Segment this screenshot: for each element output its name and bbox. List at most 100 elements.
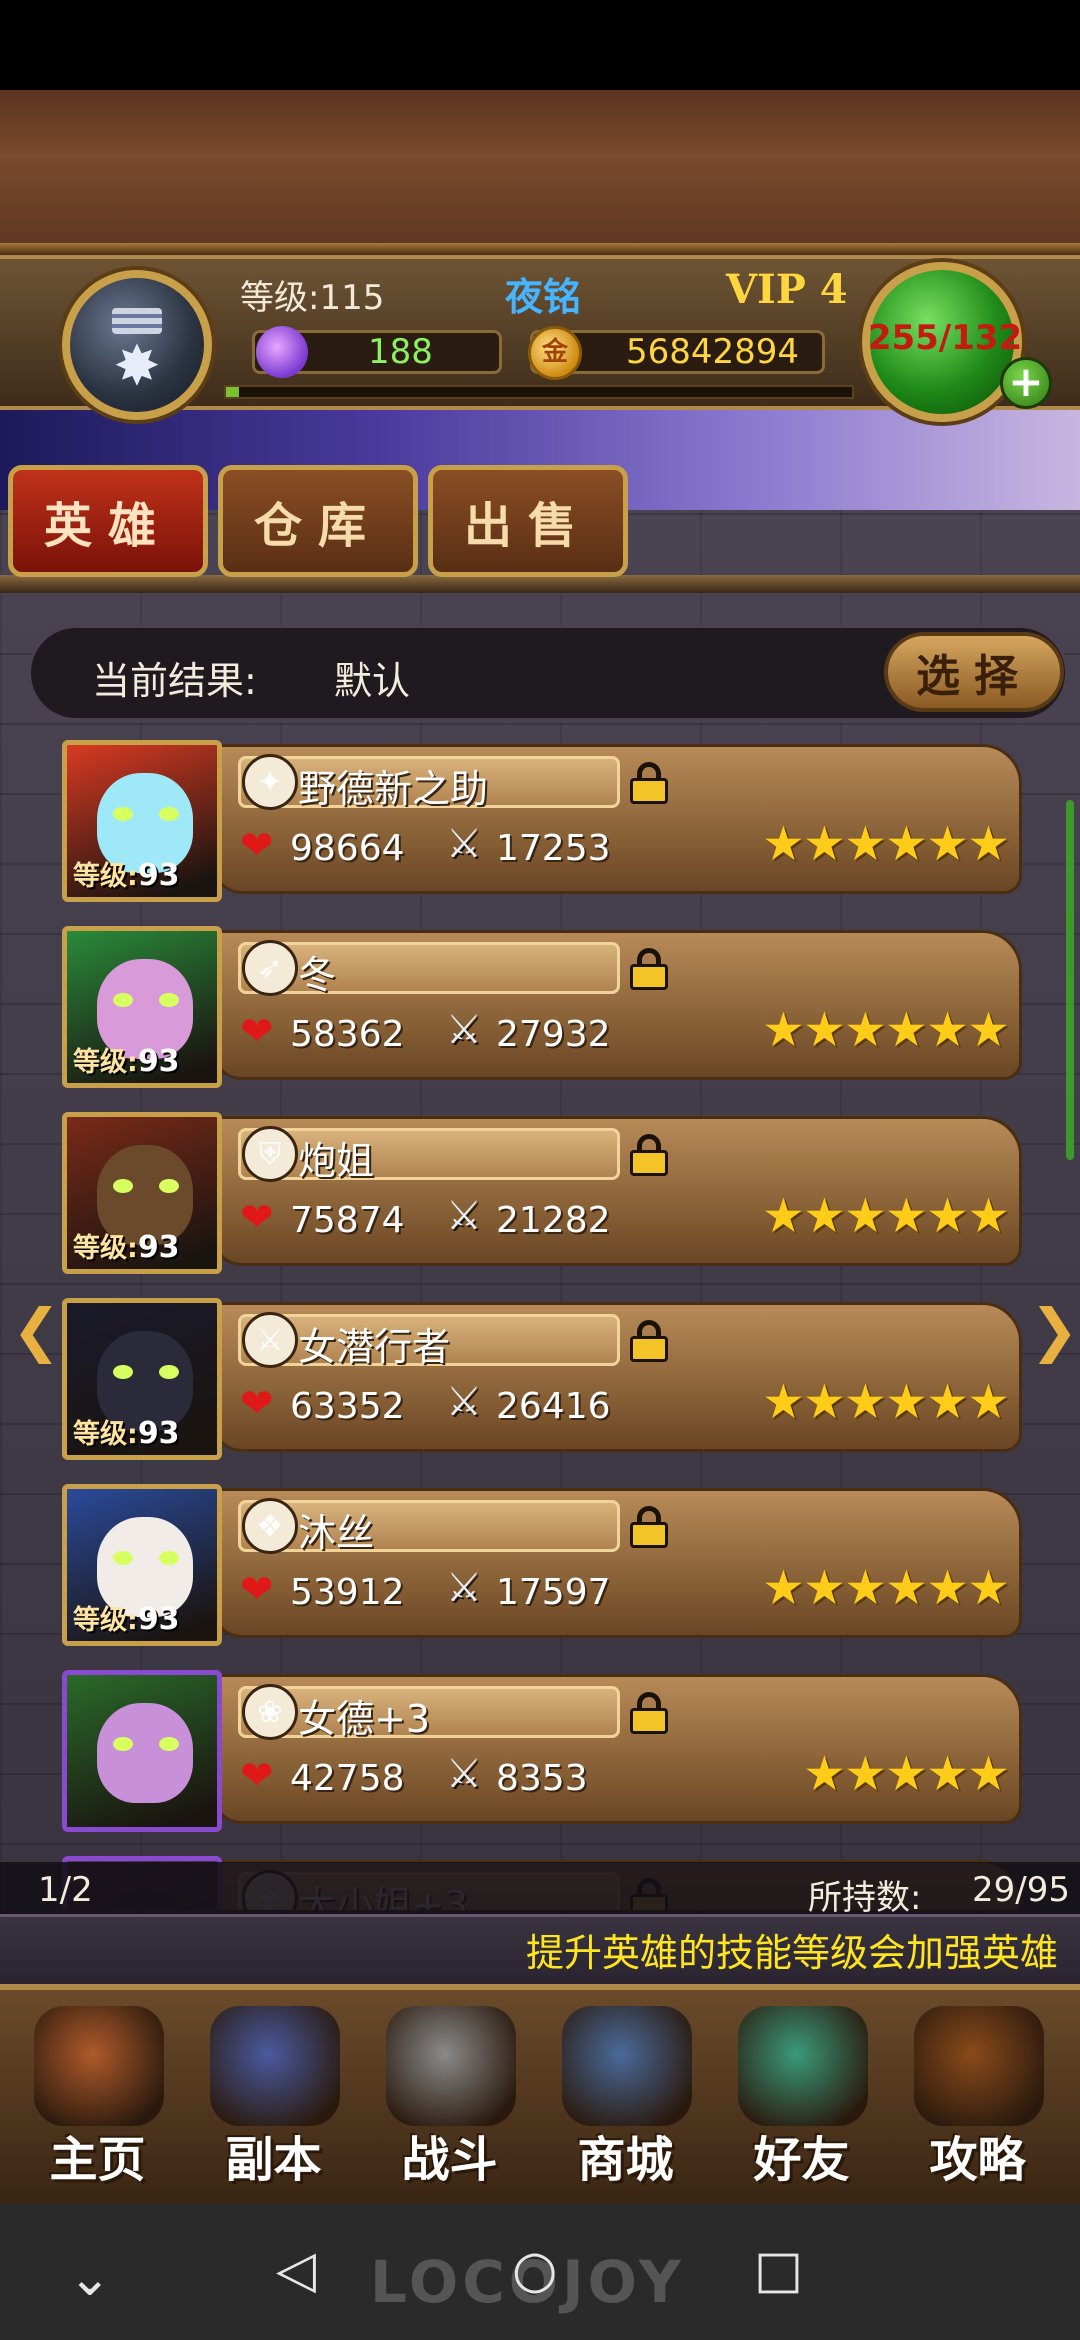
rank-medal-icon[interactable]: ✸ <box>62 270 212 420</box>
lock-icon[interactable] <box>630 948 668 990</box>
hero-star-rating: ★★★★★★ <box>761 1002 1010 1058</box>
lock-icon[interactable] <box>630 1320 668 1362</box>
xp-bar-fill <box>226 387 239 397</box>
nav-label: 战斗 <box>401 2132 498 2188</box>
hero-eye <box>159 1365 179 1379</box>
nav-label: 商城 <box>577 2132 674 2188</box>
hero-eye <box>159 1737 179 1751</box>
prev-page-arrow-icon[interactable]: ❮ <box>12 1296 61 1364</box>
heart-icon: ❤ <box>240 1567 274 1613</box>
hero-star-rating: ★★★★★★ <box>761 1560 1010 1616</box>
heart-icon: ❤ <box>240 1381 274 1427</box>
lock-icon[interactable] <box>630 1692 668 1734</box>
nav-item[interactable]: 副本 <box>186 2002 361 2192</box>
hero-row[interactable]: 等级:93 ⛨ 炮姐 ❤ 75874 ⚔ 21282 ★★★★★★ <box>62 1112 1032 1282</box>
hero-hp: 58362 <box>290 1014 405 1055</box>
back-triangle-icon[interactable]: ◁ <box>276 2244 316 2296</box>
lock-icon[interactable] <box>630 762 668 804</box>
add-stamina-button[interactable]: + <box>1000 357 1052 409</box>
hero-attack: 27932 <box>496 1014 611 1055</box>
hero-hp: 75874 <box>290 1200 405 1241</box>
hero-level-label: 等级: <box>73 861 138 892</box>
crossed-swords-icon: ⚔ <box>446 1193 482 1239</box>
nav-item[interactable]: 好友 <box>714 2002 889 2192</box>
nav-item[interactable]: 战斗 <box>362 2002 537 2192</box>
hero-eye <box>113 1551 133 1565</box>
nav-item[interactable]: 商城 <box>538 2002 713 2192</box>
lock-icon[interactable] <box>630 1134 668 1176</box>
hero-hp: 42758 <box>290 1758 405 1799</box>
hero-hp: 98664 <box>290 828 405 869</box>
nav-label: 主页 <box>49 2132 146 2188</box>
tab-heroes[interactable]: 英雄 <box>8 465 208 577</box>
hero-row[interactable]: 等级:93 ✦ 野德新之助 ❤ 98664 ⚔ 17253 ★★★★★★ <box>62 740 1032 910</box>
nav-item[interactable]: 攻略 <box>890 2002 1065 2192</box>
panel-top-border <box>0 575 1080 593</box>
hero-star-rating: ★★★★★★ <box>761 1188 1010 1244</box>
lock-icon[interactable] <box>630 1506 668 1548</box>
medal-ribbon <box>112 308 162 334</box>
hero-eye <box>159 1179 179 1193</box>
hero-name: 野德新之助 <box>298 767 489 811</box>
crossed-swords-icon: ⚔ <box>446 1565 482 1611</box>
hero-level: 等级:93 <box>73 1598 180 1637</box>
nav-item[interactable]: 主页 <box>10 2002 185 2192</box>
mage-icon: ❖ <box>242 1498 298 1554</box>
hero-attack: 21282 <box>496 1200 611 1241</box>
crossed-swords-icon: ⚔ <box>446 1751 482 1797</box>
hero-eye <box>113 1365 133 1379</box>
shield-icon: ⛨ <box>242 1126 298 1182</box>
hero-portrait[interactable]: 等级:93 <box>62 1112 222 1274</box>
hero-level-label: 等级: <box>73 1233 138 1264</box>
select-filter-button[interactable]: 选择 <box>884 632 1064 712</box>
owned-count-value: 29/95 <box>972 1870 1070 1910</box>
hero-portrait[interactable]: 等级:93 <box>62 926 222 1088</box>
gem-amount: 188 <box>368 332 433 372</box>
tab-warehouse[interactable]: 仓库 <box>218 465 418 577</box>
hero-portrait[interactable]: 等级:93 <box>62 1484 222 1646</box>
book-icon <box>914 2006 1044 2126</box>
gem-icon <box>256 326 308 378</box>
hero-level-value: 93 <box>137 858 180 893</box>
collapse-chevron-icon[interactable]: ⌄ <box>68 2252 112 2304</box>
hero-eye <box>113 1179 133 1193</box>
hero-row[interactable]: 等级:93 ➶ 冬 ❤ 58362 ⚔ 27932 ★★★★★★ <box>62 926 1032 1096</box>
recents-square-icon[interactable]: □ <box>754 2244 803 2296</box>
hero-name: 女潜行者 <box>298 1325 451 1369</box>
hero-row[interactable]: ❀ 女德+3 ❤ 42758 ⚔ 8353 ★★★★★ <box>62 1670 1032 1840</box>
hero-hp: 63352 <box>290 1386 405 1427</box>
hero-row[interactable]: 等级:93 ⚔ 女潜行者 ❤ 63352 ⚔ 26416 ★★★★★★ <box>62 1298 1032 1468</box>
hero-portrait[interactable]: 等级:93 <box>62 740 222 902</box>
home-circle-icon[interactable]: ○ <box>512 2244 557 2296</box>
hero-portrait[interactable]: 等级:93 <box>62 1298 222 1460</box>
hero-eye <box>113 807 133 821</box>
hero-level-label: 等级: <box>73 1605 138 1636</box>
hero-name: 沐丝 <box>298 1511 375 1555</box>
xp-bar <box>224 385 854 399</box>
vip-badge[interactable]: VIP 4 <box>726 266 848 313</box>
hero-portrait[interactable] <box>62 1670 222 1832</box>
hero-face <box>97 1703 193 1803</box>
heart-icon: ❤ <box>240 1753 274 1799</box>
hero-attack: 26416 <box>496 1386 611 1427</box>
hero-level: 等级:93 <box>73 1412 180 1451</box>
list-scrollbar[interactable] <box>1066 800 1074 1160</box>
nav-label: 好友 <box>753 2132 850 2188</box>
heart-icon: ❤ <box>240 1009 274 1055</box>
page-number: 1/2 <box>38 1870 93 1910</box>
hero-row[interactable]: 等级:93 ❖ 沐丝 ❤ 53912 ⚔ 17597 ★★★★★★ <box>62 1484 1032 1654</box>
next-page-arrow-icon[interactable]: ❯ <box>1030 1296 1079 1364</box>
heart-icon: ❤ <box>240 1195 274 1241</box>
gold-coin-icon: 金 <box>528 326 582 380</box>
hero-list[interactable]: 等级:93 ✦ 野德新之助 ❤ 98664 ⚔ 17253 ★★★★★★ 等级:… <box>0 730 1080 1910</box>
stamina-value: 255/132 <box>867 318 1023 358</box>
crossed-swords-icon: ⚔ <box>446 1379 482 1425</box>
hero-eye <box>113 993 133 1007</box>
tab-sell[interactable]: 出售 <box>428 465 628 577</box>
header-wood-banner <box>0 90 1080 255</box>
player-name: 夜铭 <box>505 275 582 319</box>
hero-level-label: 等级: <box>73 1419 138 1450</box>
hero-level-label: 等级: <box>73 1047 138 1078</box>
hero-eye <box>113 1737 133 1751</box>
hero-eye <box>159 993 179 1007</box>
